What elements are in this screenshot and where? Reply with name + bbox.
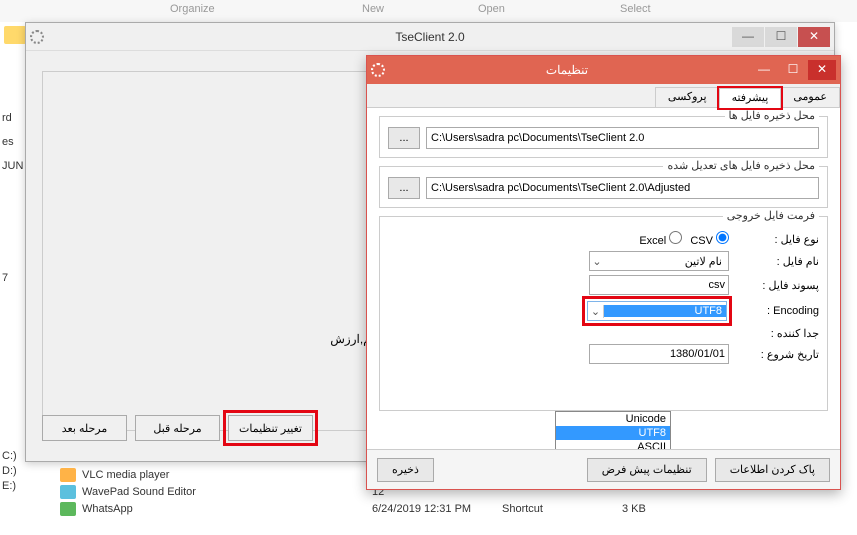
excel-radio-label[interactable]: Excel <box>639 231 682 247</box>
extension-input[interactable] <box>589 275 729 295</box>
extension-label: پسوند فایل : <box>729 279 819 292</box>
app-icon <box>30 30 44 44</box>
main-titlebar[interactable]: TseClient 2.0 — ☐ ✕ <box>26 23 834 51</box>
tab-proxy[interactable]: پروکسی <box>655 87 720 107</box>
encoding-select[interactable]: ⌄ UTF8 <box>587 301 727 321</box>
tab-advanced[interactable]: پیشرفته <box>719 88 782 108</box>
drive-labels: C:) D:) E:) <box>0 447 19 495</box>
ribbon-open: Open <box>478 3 505 15</box>
settings-tabs: پروکسی پیشرفته عمومی <box>367 84 840 108</box>
settings-maximize-button[interactable]: ☐ <box>779 60 807 80</box>
tab-general[interactable]: عمومی <box>780 87 840 107</box>
maximize-button[interactable]: ☐ <box>765 27 797 47</box>
separator-label: جدا کننده : <box>729 327 819 340</box>
close-button[interactable]: ✕ <box>798 27 830 47</box>
next-step-button[interactable]: مرحله بعد <box>42 415 127 441</box>
change-settings-button[interactable]: تغییر تنظیمات <box>228 415 313 441</box>
save-path-label: محل ذخیره فایل ها <box>725 109 820 122</box>
file-name-label: نام فایل : <box>729 255 819 268</box>
settings-titlebar[interactable]: تنظیمات — ☐ ✕ <box>367 56 840 84</box>
ribbon-new: New <box>362 3 384 15</box>
ribbon-organize: Organize <box>170 3 215 15</box>
settings-window: تنظیمات — ☐ ✕ پروکسی پیشرفته عمومی محل ذ… <box>366 55 841 490</box>
excel-radio[interactable] <box>669 231 682 244</box>
encoding-highlight: ⌄ UTF8 <box>585 299 729 323</box>
encoding-dropdown[interactable]: Unicode UTF8 ASCII <box>555 411 671 449</box>
encoding-label: Encoding : <box>729 305 819 317</box>
encoding-value: UTF8 <box>604 305 726 317</box>
settings-close-button[interactable]: ✕ <box>808 60 836 80</box>
save-settings-button[interactable]: ذخیره <box>377 458 434 482</box>
wavepad-icon <box>60 485 76 499</box>
csv-radio[interactable] <box>716 231 729 244</box>
settings-app-icon <box>371 63 385 77</box>
file-type-label: نوع فایل : <box>729 233 819 246</box>
folder-icon <box>4 26 26 44</box>
browse-save-path-button[interactable]: ... <box>388 127 420 149</box>
chevron-down-icon: ⌄ <box>590 255 604 268</box>
prev-step-button[interactable]: مرحله قبل <box>135 415 220 441</box>
side-fragment-7: 7 <box>0 260 10 296</box>
vlc-icon <box>60 468 76 482</box>
encoding-option-unicode[interactable]: Unicode <box>556 412 670 426</box>
adjusted-path-label: محل ذخیره فایل های تعدیل شده <box>663 159 819 172</box>
save-path-input[interactable] <box>426 127 819 149</box>
browse-adjusted-path-button[interactable]: ... <box>388 177 420 199</box>
output-format-label: فرمت فایل خروجی <box>723 209 819 222</box>
save-path-group: محل ذخیره فایل ها ... <box>379 116 828 158</box>
adjusted-path-input[interactable] <box>426 177 819 199</box>
settings-footer: ذخیره تنظیمات پیش فرض پاک کردن اطلاعات <box>367 449 840 489</box>
side-fragments: rd es JUN <box>0 100 25 184</box>
encoding-option-utf8[interactable]: UTF8 <box>556 426 670 440</box>
settings-minimize-button[interactable]: — <box>750 60 778 80</box>
adjusted-path-group: محل ذخیره فایل های تعدیل شده ... <box>379 166 828 208</box>
list-item[interactable]: WhatsApp 6/24/2019 12:31 PM Shortcut 3 K… <box>60 500 847 517</box>
file-name-select[interactable]: ⌄ نام لاتین <box>589 251 729 271</box>
ribbon-select: Select <box>620 3 651 15</box>
start-date-input[interactable] <box>589 344 729 364</box>
start-date-label: تاریخ شروع : <box>729 348 819 361</box>
whatsapp-icon <box>60 502 76 516</box>
encoding-option-ascii[interactable]: ASCII <box>556 440 670 449</box>
settings-title: تنظیمات <box>385 63 749 77</box>
csv-radio-label[interactable]: CSV <box>690 231 729 247</box>
output-format-group: فرمت فایل خروجی نوع فایل : Excel CSV نام… <box>379 216 828 411</box>
main-window-title: TseClient 2.0 <box>395 30 464 44</box>
minimize-button[interactable]: — <box>732 27 764 47</box>
chevron-down-icon[interactable]: ⌄ <box>588 305 604 318</box>
clear-data-button[interactable]: پاک کردن اطلاعات <box>715 458 830 482</box>
default-settings-button[interactable]: تنظیمات پیش فرض <box>587 458 707 482</box>
explorer-ribbon: Organize New Open Select <box>0 0 857 22</box>
